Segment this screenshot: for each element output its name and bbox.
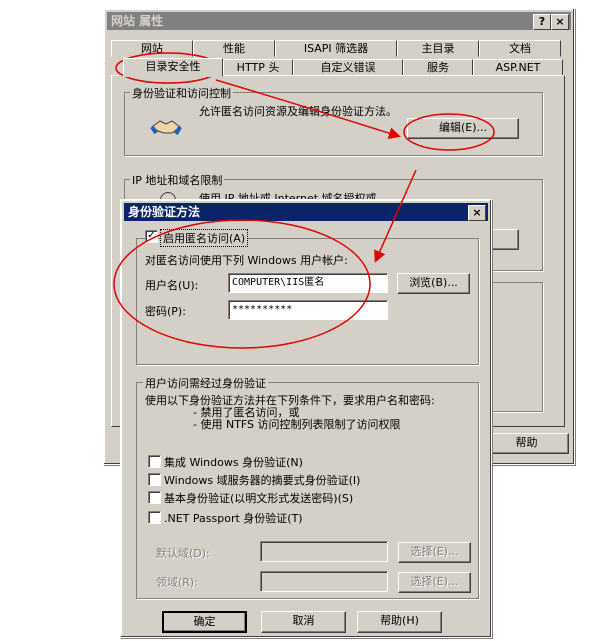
edit-button-highlight bbox=[403, 113, 495, 151]
annotation-overlay bbox=[113, 52, 495, 349]
anonymous-access-highlight bbox=[113, 219, 371, 349]
tab-directory-security[interactable]: 目录安全性 bbox=[123, 58, 223, 77]
arrow-tab-to-edit bbox=[215, 79, 401, 140]
arrow-edit-to-dialog bbox=[374, 169, 417, 263]
